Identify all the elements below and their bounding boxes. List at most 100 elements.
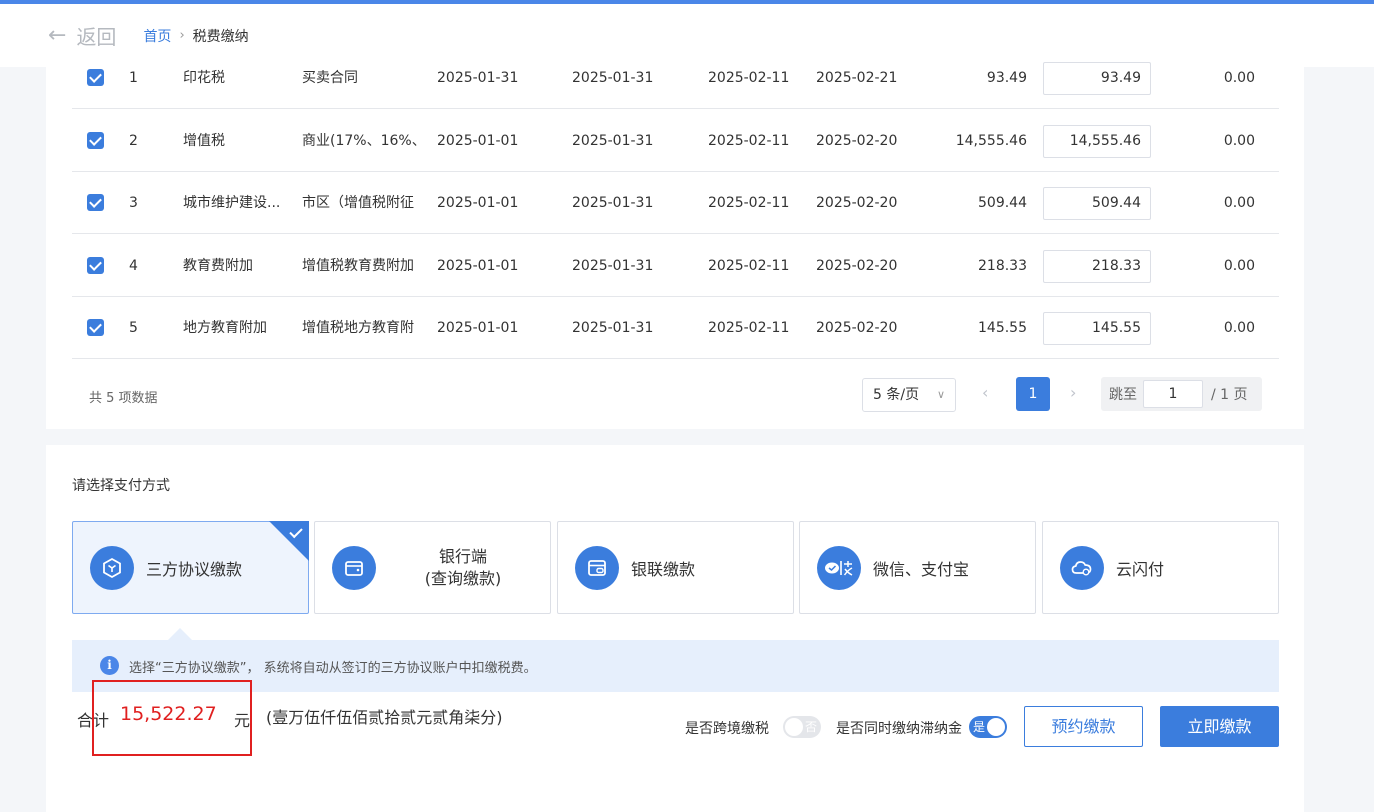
cell-end: 2025-01-31 [572, 133, 654, 149]
breadcrumb-home-link[interactable]: 首页 [143, 26, 171, 46]
cell-item: 商业(17%、16%、 [302, 133, 424, 149]
breadcrumb: 首页 › 税费缴纳 [143, 26, 248, 46]
chevron-right-icon: › [179, 28, 185, 43]
cross-border-switch[interactable]: 否 [783, 716, 821, 738]
cell-deadline: 2025-02-20 [816, 133, 898, 149]
cell-item: 增值税教育费附加 [302, 258, 414, 274]
cell-end: 2025-01-31 [572, 195, 654, 211]
jump-total-pages: / 1 页 [1211, 387, 1248, 403]
method-unionpay-label: 银联缴款 [631, 559, 696, 579]
payment-title: 请选择支付方式 [72, 478, 170, 494]
cell-date3: 2025-02-11 [708, 258, 790, 274]
cell-date3: 2025-02-11 [708, 195, 790, 211]
cell-idx: 1 [129, 70, 138, 86]
method-bank-line2: (查询缴款) [424, 568, 502, 588]
jump-label: 跳至 [1109, 387, 1137, 403]
cell-tax: 地方教育附加 [183, 320, 267, 336]
breadcrumb-current: 税费缴纳 [192, 28, 249, 45]
cross-border-label: 是否跨境缴税 [685, 721, 769, 737]
page-size-value: 5 条/页 [873, 387, 920, 403]
arrow-left-icon: ← [48, 23, 67, 48]
selected-corner [269, 521, 309, 561]
wallet-icon [332, 545, 376, 590]
table-row: 1 印花税 买卖合同 2025-01-31 2025-01-31 2025-02-11 20… [72, 47, 1279, 109]
cell-item: 增值税地方教育附 [302, 320, 414, 336]
prev-page-button[interactable]: ‹ [982, 383, 988, 402]
highlight-box [92, 680, 252, 756]
cell-item: 市区（增值税附征 [302, 195, 414, 211]
row-checkbox[interactable] [87, 257, 104, 274]
cell-start: 2025-01-01 [437, 258, 519, 274]
jump-page-input[interactable]: 1 [1143, 380, 1203, 408]
pay-amount-input[interactable]: 93.49 [1043, 62, 1151, 95]
pay-now-button[interactable]: 立即缴款 [1160, 706, 1279, 747]
pay-amount-input[interactable]: 509.44 [1043, 187, 1151, 220]
table-row: 3 城市维护建设... 市区（增值税附征 2025-01-01 2025-01-31 20… [72, 172, 1279, 234]
late-fee-switch[interactable]: 是 [969, 716, 1007, 738]
cell-deadline: 2025-02-21 [816, 70, 898, 86]
tip-pointer [168, 628, 192, 640]
pay-amount-input[interactable]: 14,555.46 [1043, 125, 1151, 158]
method-bank[interactable]: 银行端 (查询缴款) [314, 521, 551, 614]
cell-end: 2025-01-31 [572, 70, 654, 86]
row-checkbox[interactable] [87, 194, 104, 211]
cell-deadline: 2025-02-20 [816, 258, 898, 274]
row-checkbox[interactable] [87, 319, 104, 336]
total-amount-chinese: (壹万伍仟伍佰贰拾贰元贰角柒分) [266, 708, 503, 727]
cell-idx: 4 [129, 258, 138, 274]
pager-total: 共 5 项数据 [89, 391, 158, 406]
cloud-icon [1060, 545, 1104, 590]
cell-late: 0.00 [1223, 133, 1255, 149]
page-size-select[interactable]: 5 条/页 ∨ [862, 378, 956, 412]
page-jumper: 跳至 1 / 1 页 [1101, 377, 1262, 411]
row-checkbox[interactable] [87, 69, 104, 86]
cell-amount: 14,555.46 [955, 133, 1027, 149]
cross-border-state: 否 [804, 720, 817, 734]
late-fee-state: 是 [973, 720, 986, 734]
payment-tip-text: 选择“三方协议缴款”， 系统将自动从签订的三方协议账户中扣缴税费。 [129, 661, 537, 676]
cell-amount: 145.55 [978, 320, 1027, 336]
page-1-button[interactable]: 1 [1016, 377, 1050, 411]
cell-tax: 印花税 [183, 70, 225, 86]
pay-amount-input[interactable]: 218.33 [1043, 250, 1151, 283]
card-icon [575, 545, 619, 590]
pay-amount-input[interactable]: 145.55 [1043, 312, 1151, 345]
next-page-button[interactable]: › [1070, 383, 1076, 402]
switch-knob [785, 718, 803, 736]
cell-idx: 5 [129, 320, 138, 336]
reserve-pay-button[interactable]: 预约缴款 [1024, 706, 1143, 747]
method-wechat-alipay-label: 微信、支付宝 [873, 559, 970, 579]
table-row: 2 增值税 商业(17%、16%、 2025-01-01 2025-01-31 2025-… [72, 110, 1279, 172]
cell-deadline: 2025-02-20 [816, 195, 898, 211]
wechat-alipay-icon [817, 545, 861, 590]
method-quickpass[interactable]: 云闪付 [1042, 521, 1279, 614]
method-bank-line1: 银行端 [438, 546, 487, 566]
method-tripartite-label: 三方协议缴款 [146, 559, 243, 579]
cell-start: 2025-01-01 [437, 320, 519, 336]
cell-amount: 218.33 [978, 258, 1027, 274]
method-wechat-alipay[interactable]: 微信、支付宝 [799, 521, 1036, 614]
cell-end: 2025-01-31 [572, 258, 654, 274]
cell-idx: 2 [129, 133, 138, 149]
payment-tip: i 选择“三方协议缴款”， 系统将自动从签订的三方协议账户中扣缴税费。 [72, 640, 1279, 692]
method-tripartite[interactable]: 三方协议缴款 [72, 521, 309, 614]
row-checkbox[interactable] [87, 132, 104, 149]
method-unionpay[interactable]: 银联缴款 [557, 521, 794, 614]
cell-late: 0.00 [1223, 258, 1255, 274]
back-label: 返回 [76, 25, 117, 49]
tax-table-card: 1 印花税 买卖合同 2025-01-31 2025-01-31 2025-02-11 20… [46, 62, 1304, 429]
method-bank-label: 银行端 (查询缴款) [376, 546, 550, 590]
cell-amount: 509.44 [978, 195, 1027, 211]
table-row: 5 地方教育附加 增值税地方教育附 2025-01-01 2025-01-31 2025-… [72, 297, 1279, 359]
cell-late: 0.00 [1223, 70, 1255, 86]
info-icon: i [100, 656, 119, 675]
cell-late: 0.00 [1223, 195, 1255, 211]
cell-start: 2025-01-01 [437, 133, 519, 149]
cell-start: 2025-01-01 [437, 195, 519, 211]
cell-tax: 教育费附加 [183, 258, 253, 274]
back-button[interactable]: ← 返回 [48, 21, 116, 50]
cell-date3: 2025-02-11 [708, 70, 790, 86]
cell-date3: 2025-02-11 [708, 133, 790, 149]
cell-late: 0.00 [1223, 320, 1255, 336]
cell-idx: 3 [129, 195, 138, 211]
